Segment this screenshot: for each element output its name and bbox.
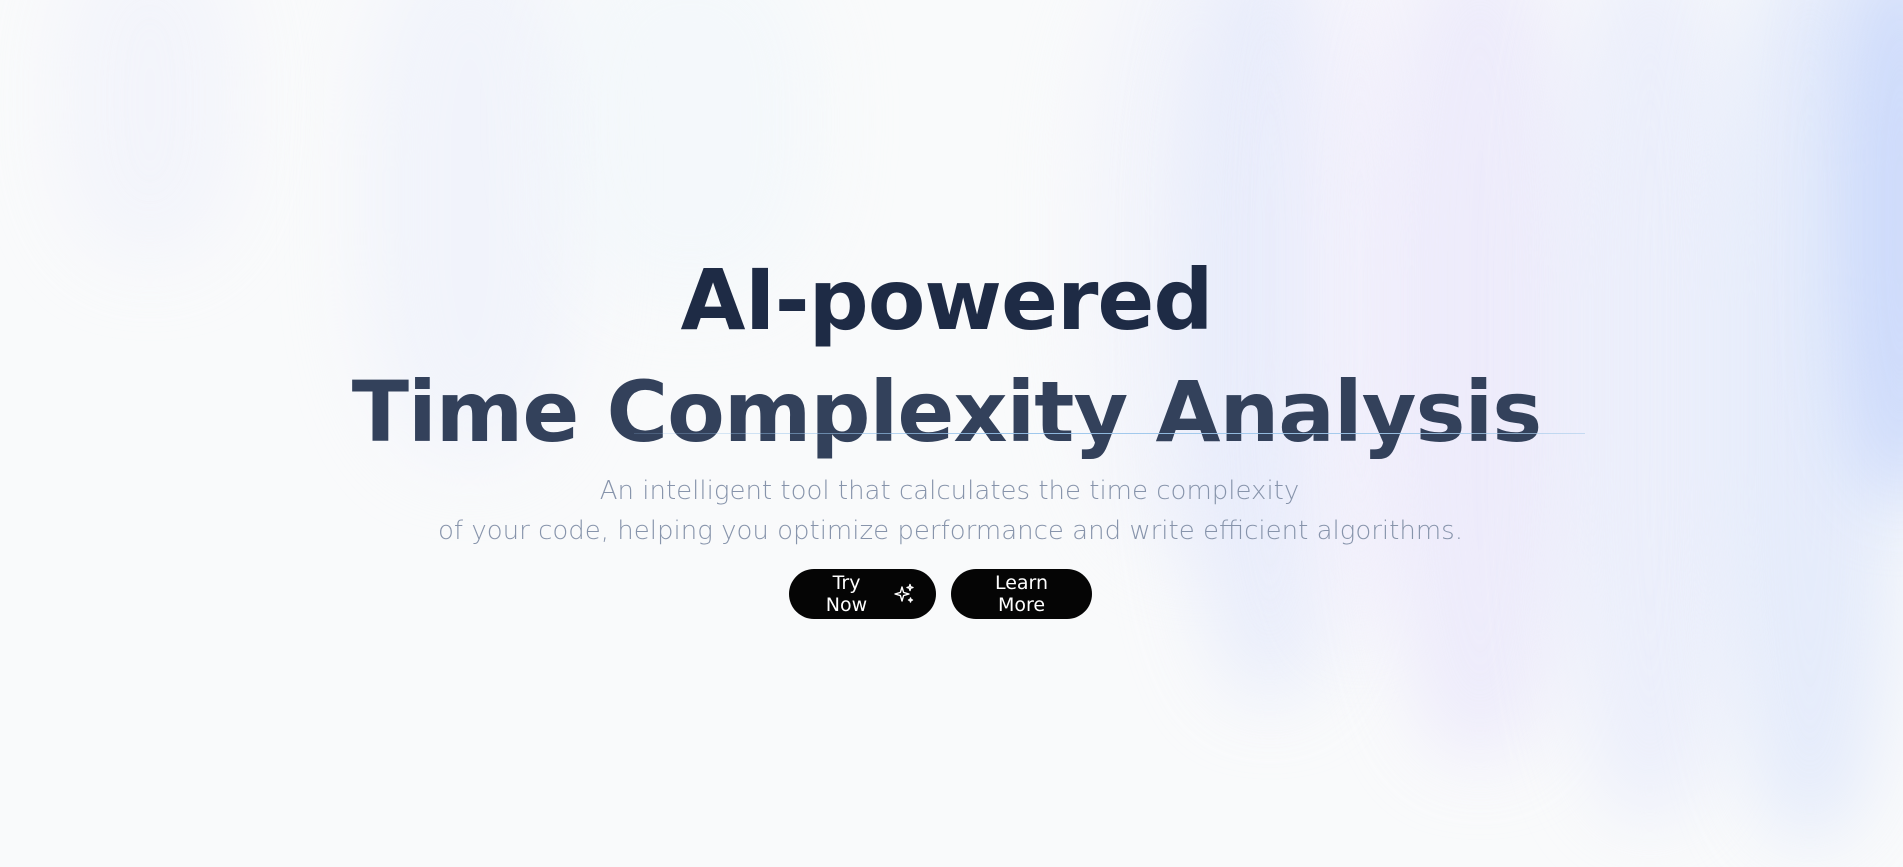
hero-subtitle-line-1: An intelligent tool that calculates the … — [599, 476, 1300, 506]
hero-section: AI-powered Time Complexity Analysis An i… — [0, 0, 1903, 867]
try-now-label: Try Now — [825, 572, 868, 616]
learn-more-button[interactable]: Learn More — [951, 569, 1092, 619]
sparkles-icon — [892, 582, 916, 606]
landing-page: AI-powered Time Complexity Analysis An i… — [0, 0, 1903, 867]
hero-actions: Try Now Learn More — [789, 569, 1092, 619]
learn-more-label: Learn More — [994, 572, 1049, 616]
try-now-button[interactable]: Try Now — [789, 569, 936, 619]
title-accent-line — [634, 433, 1585, 434]
hero-title-line-2: Time Complexity Analysis — [351, 363, 1543, 461]
hero-title-line-1: AI-powered — [680, 251, 1213, 349]
hero-subtitle-line-2: of your code, helping you optimize perfo… — [438, 516, 1463, 546]
